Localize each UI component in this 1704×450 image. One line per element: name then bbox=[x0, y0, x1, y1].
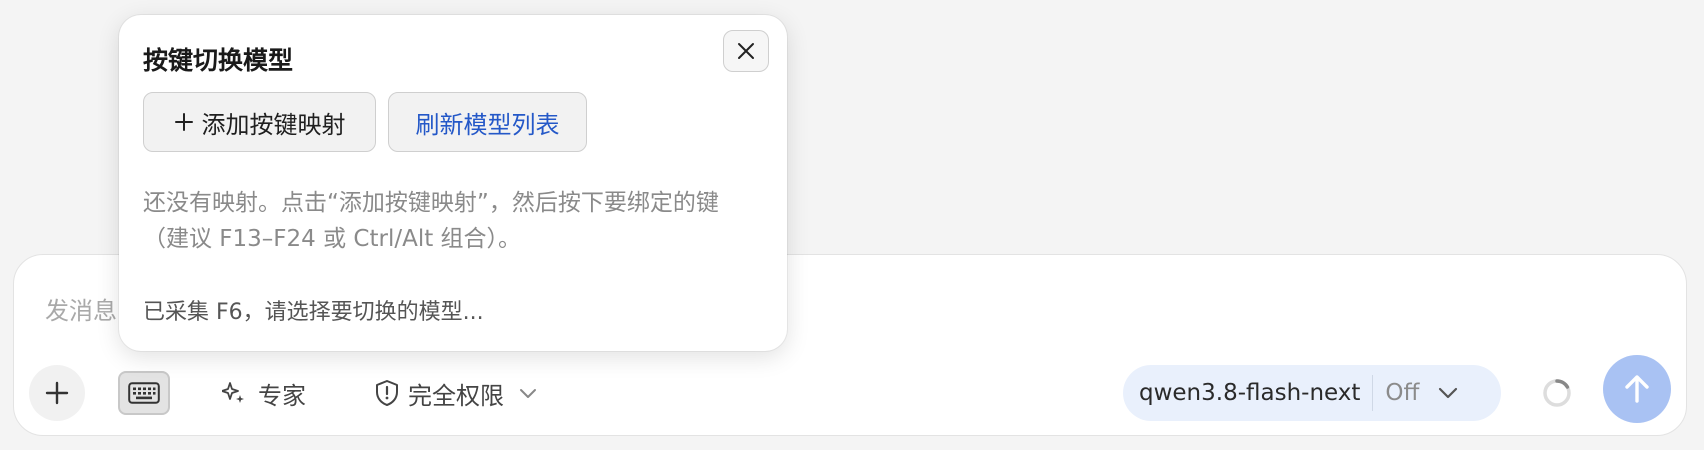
permission-label: 完全权限 bbox=[408, 381, 504, 410]
add-key-mapping-label: 添加按键映射 bbox=[201, 110, 346, 139]
attach-button[interactable] bbox=[29, 365, 85, 421]
sparkle-icon bbox=[222, 382, 244, 403]
chevron-down-icon bbox=[520, 389, 536, 398]
add-key-mapping-button[interactable]: 添加按键映射 bbox=[143, 92, 376, 152]
plus-icon bbox=[174, 113, 193, 131]
refresh-model-list-label: 刷新模型列表 bbox=[415, 110, 560, 139]
expert-mode-button[interactable]: 专家 bbox=[222, 375, 306, 411]
close-icon bbox=[738, 43, 754, 59]
capture-status: 已采集 F6，请选择要切换的模型... bbox=[143, 300, 484, 325]
close-button[interactable] bbox=[723, 30, 769, 72]
keyboard-icon bbox=[128, 382, 160, 404]
expert-mode-label: 专家 bbox=[258, 381, 306, 410]
model-selector-divider bbox=[1372, 375, 1374, 411]
model-selector[interactable]: qwen3.8-flash-next Off bbox=[1123, 365, 1501, 421]
model-name: qwen3.8-flash-next bbox=[1139, 380, 1361, 406]
message-input[interactable]: 发消息 bbox=[45, 291, 117, 326]
key-switch-model-popup: 按键切换模型 添加按键映射 刷新模型列表 还没有映射。点击“添加按键映射”，然后… bbox=[119, 15, 787, 351]
shield-icon bbox=[376, 380, 398, 406]
plus-icon bbox=[45, 381, 69, 405]
permission-dropdown[interactable]: 完全权限 bbox=[374, 375, 538, 411]
arrow-up-icon bbox=[1625, 375, 1649, 403]
send-button[interactable] bbox=[1603, 355, 1671, 423]
keyboard-mapping-button[interactable] bbox=[118, 371, 170, 415]
spinner-icon bbox=[1543, 379, 1571, 407]
thinking-mode-value: Off bbox=[1385, 380, 1420, 406]
refresh-model-list-button[interactable]: 刷新模型列表 bbox=[388, 92, 587, 152]
popup-title: 按键切换模型 bbox=[143, 46, 294, 75]
empty-mapping-description: 还没有映射。点击“添加按键映射”，然后按下要绑定的键（建议 F13–F24 或 … bbox=[143, 190, 719, 252]
chevron-down-icon bbox=[1439, 387, 1458, 399]
